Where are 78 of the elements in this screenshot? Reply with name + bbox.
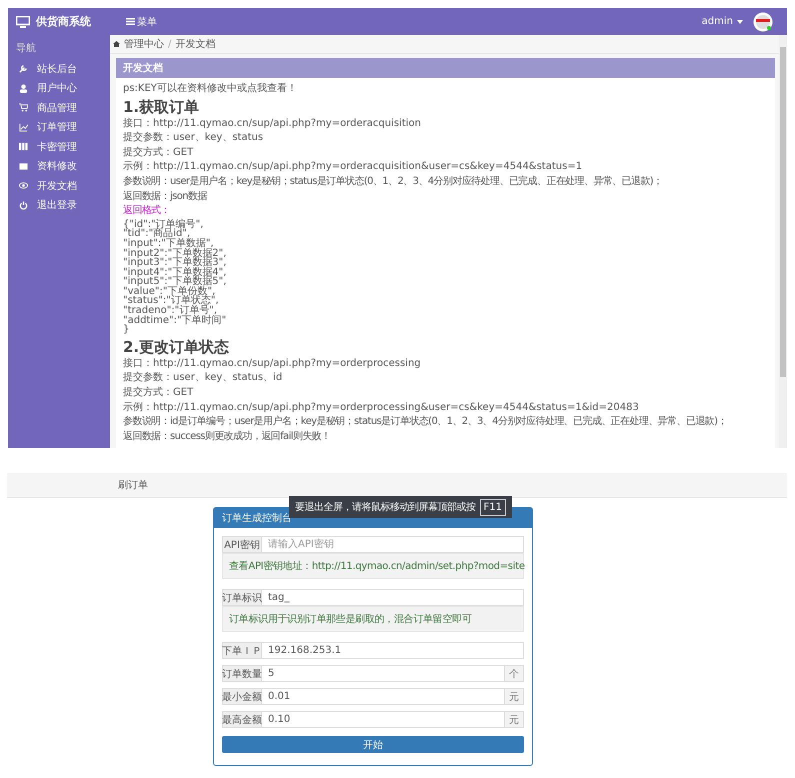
card-icon xyxy=(19,162,28,171)
code-line: "tid":"商品id", xyxy=(123,229,190,239)
doc-text: 示例：http://11.qymao.cn/sup/api.php?my=orderprocessing&user=cs&key=4544&status=1&id=20483 xyxy=(123,400,640,415)
power-icon xyxy=(19,200,28,210)
sidebar-item[interactable]: 退出登录 xyxy=(8,196,110,215)
code-line: "input3":"下单数据3", xyxy=(123,258,226,268)
code-line: "input":"下单数据", xyxy=(123,238,214,249)
field-label: API密钥 xyxy=(222,536,262,553)
brand-title: 供货商系统 xyxy=(36,14,91,29)
unit-label: 元 xyxy=(505,711,524,728)
section-heading: 1.获取订单 xyxy=(123,96,200,117)
code-line: } xyxy=(123,325,130,335)
code-line: "addtime":"下单时间" xyxy=(123,316,226,326)
menu-toggle[interactable]: 菜单 xyxy=(122,14,157,28)
sidebar-item[interactable]: 商品管理 xyxy=(8,98,110,118)
field-label: 最小金额 xyxy=(222,688,262,705)
doc-text: 接口：http://11.qymao.cn/sup/api.php?my=orderacquisition xyxy=(123,116,422,131)
section-heading: 2.更改订单状态 xyxy=(123,336,230,357)
eye-icon xyxy=(19,181,28,190)
start-button[interactable]: 开始 xyxy=(222,736,524,753)
user-icon xyxy=(19,84,28,93)
scrollbar[interactable] xyxy=(779,35,787,448)
format-label: 返回格式： xyxy=(123,204,172,218)
field-label: 订单标识 xyxy=(222,589,262,606)
key-hint: F11 xyxy=(480,498,506,516)
breadcrumb-item: 开发文档 xyxy=(175,38,216,51)
doc-note: 返回数据：success则更改成功，返回fail则失败！ xyxy=(123,430,332,444)
doc-text: ps:KEY可以在资料修改中或点我查看！ xyxy=(123,82,298,96)
nav-heading: 导航 xyxy=(15,42,37,56)
field-label: 订单数量 xyxy=(222,665,262,682)
input-field[interactable]: 192.168.253.1 xyxy=(262,642,524,659)
code-line: "value":"下单份数", xyxy=(123,286,216,296)
menu-icon xyxy=(126,18,135,25)
input-field[interactable]: 5 xyxy=(262,665,505,682)
grid-icon xyxy=(19,142,28,152)
doc-text: 示例：http://11.qymao.cn/sup/api.php?my=orderacquisition&user=cs&key=4544&status=1 xyxy=(123,160,584,174)
help-text: 订单标识用于识别订单那些是刷取的，混合订单留空即可 xyxy=(222,606,524,632)
doc-text: 提交方式：GET xyxy=(123,146,194,160)
home-icon xyxy=(113,41,120,47)
doc-text: 提交参数：user、key、status xyxy=(123,131,264,146)
doc-text: 接口：http://11.qymao.cn/sup/api.php?my=orderprocessing xyxy=(123,356,422,371)
sidebar-item[interactable]: 站长后台 xyxy=(8,59,110,78)
doc-text: 提交参数：user、key、status、id xyxy=(123,371,284,386)
doc-note: 返回数据：json数据 xyxy=(123,190,208,204)
code-line: "status":"订单状态", xyxy=(123,296,219,306)
code-line: "tradeno":"订单号", xyxy=(123,306,218,316)
input-field[interactable]: 0.10 xyxy=(262,711,505,728)
unit-label: 个 xyxy=(505,665,524,682)
sidebar-item[interactable]: 开发文档 xyxy=(8,176,110,196)
input-field[interactable]: 请输入API密钥 xyxy=(262,536,524,553)
unit-label: 元 xyxy=(505,688,524,705)
doc-text: 提交方式：GET xyxy=(123,386,194,400)
sidebar-item[interactable]: 资料修改 xyxy=(8,156,110,176)
sidebar-item[interactable]: 卡密管理 xyxy=(8,137,110,156)
chart-icon xyxy=(19,122,28,132)
breadcrumb-item[interactable]: 管理中心 xyxy=(124,37,164,51)
panel-title: 开发文档 xyxy=(116,58,775,78)
caret-icon xyxy=(737,20,743,24)
doc-note: 参数说明：user是用户名；key是秘钥；status是订单状态(0、1、2、3、4分别对应待处理、已完成、正在处理、异常、已退款)； xyxy=(123,174,664,189)
code-line: "input5":"下单数据5", xyxy=(123,277,226,287)
code-line: "input4":"下单数据4", xyxy=(123,268,226,278)
monitor-icon xyxy=(16,16,30,28)
page-title: 刷订单 xyxy=(118,478,148,492)
code-line: "input2":"下单数据2", xyxy=(123,248,226,258)
sidebar-item[interactable]: 用户中心 xyxy=(8,78,110,98)
help-text: 查看API密钥地址：http://11.qymao.cn/admin/set.php?mod=site xyxy=(222,553,524,579)
field-label: 下单ＩＰ xyxy=(222,642,262,659)
input-field[interactable]: tag_ xyxy=(262,589,524,606)
field-label: 最高金额 xyxy=(222,711,262,728)
cart-icon xyxy=(19,103,28,112)
input-field[interactable]: 0.01 xyxy=(262,688,505,705)
wrench-icon xyxy=(19,64,28,74)
sidebar-item[interactable]: 订单管理 xyxy=(8,118,110,137)
code-line: {"id":"订单编号", xyxy=(123,220,204,230)
avatar[interactable] xyxy=(753,12,773,32)
user-menu[interactable]: admin xyxy=(702,16,733,27)
doc-note: 参数说明：id是订单编号；user是用户名；key是秘钥；status是订单状态(0、1、2、3、4分别对应待处理、已完成、正在处理、异常、已退款)； xyxy=(123,415,728,430)
breadcrumb-separator: / xyxy=(168,38,172,50)
